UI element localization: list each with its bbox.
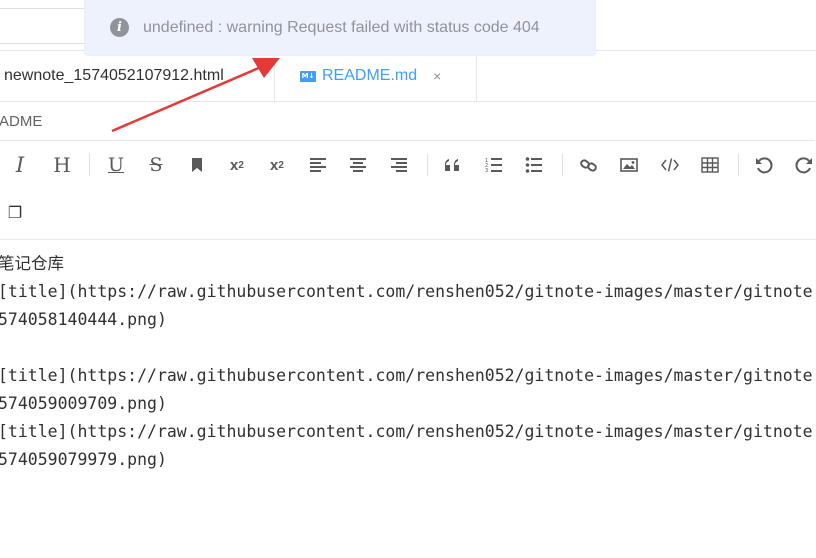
editor-toolbar: I H U S x2 x2 123 ❐: [0, 141, 816, 240]
heading-icon[interactable]: H: [47, 150, 77, 180]
image-icon[interactable]: [614, 150, 644, 180]
ordered-list-icon[interactable]: 123: [479, 150, 509, 180]
subscript-index: 2: [278, 159, 284, 171]
editor-line: 574059009709.png): [0, 394, 167, 413]
tab-label: newnote_1574052107912.html: [4, 67, 224, 84]
toolbar-divider: [738, 154, 739, 176]
info-icon: i: [110, 18, 129, 37]
tab-bar: newnote_1574052107912.html M↓ README.md …: [0, 51, 816, 102]
toolbar-divider: [562, 154, 563, 176]
editor-line: [title](https://raw.githubusercontent.co…: [0, 422, 813, 441]
editor-line: [title](https://raw.githubusercontent.co…: [0, 282, 813, 301]
toast-message: undefined : warning Request failed with …: [143, 18, 540, 36]
editor-line: 574058140444.png): [0, 310, 167, 329]
unordered-list-icon[interactable]: [519, 150, 549, 180]
tab-newnote[interactable]: newnote_1574052107912.html: [0, 51, 275, 101]
italic-icon[interactable]: I: [5, 150, 35, 180]
align-left-icon[interactable]: [303, 150, 333, 180]
editor-line: 笔记仓库: [0, 254, 64, 273]
breadcrumb-text: ADME: [0, 112, 43, 130]
fullscreen-icon[interactable]: ❐: [4, 202, 26, 224]
table-icon[interactable]: [695, 150, 725, 180]
strikethrough-icon[interactable]: S: [141, 150, 171, 180]
align-center-icon[interactable]: [343, 150, 373, 180]
breadcrumb: ADME: [0, 102, 815, 141]
bookmark-icon[interactable]: [182, 150, 212, 180]
superscript-exponent: 2: [238, 159, 244, 171]
underline-icon[interactable]: U: [101, 150, 131, 180]
align-right-icon[interactable]: [384, 150, 414, 180]
markdown-icon: M↓: [300, 70, 316, 82]
superscript-icon[interactable]: x2: [222, 150, 252, 180]
warning-toast: i undefined : warning Request failed wit…: [84, 0, 596, 56]
tab-label: README.md: [322, 67, 418, 84]
quote-icon[interactable]: [438, 150, 468, 180]
close-icon[interactable]: ×: [433, 68, 441, 84]
code-icon[interactable]: [655, 150, 685, 180]
tab-readme[interactable]: M↓ README.md ×: [276, 51, 477, 101]
toolbar-divider: [89, 154, 90, 176]
editor-line: 574059079979.png): [0, 450, 167, 469]
svg-text:3: 3: [485, 168, 488, 174]
subscript-base: x: [270, 156, 279, 174]
undo-icon[interactable]: [749, 150, 779, 180]
editor-line: [title](https://raw.githubusercontent.co…: [0, 366, 813, 385]
subscript-icon[interactable]: x2: [262, 150, 292, 180]
superscript-base: x: [230, 156, 239, 174]
toolbar-divider: [427, 154, 428, 176]
redo-icon[interactable]: [789, 150, 816, 180]
markdown-editor[interactable]: 笔记仓库 [title](https://raw.githubuserconte…: [0, 240, 816, 558]
link-icon[interactable]: [574, 150, 604, 180]
